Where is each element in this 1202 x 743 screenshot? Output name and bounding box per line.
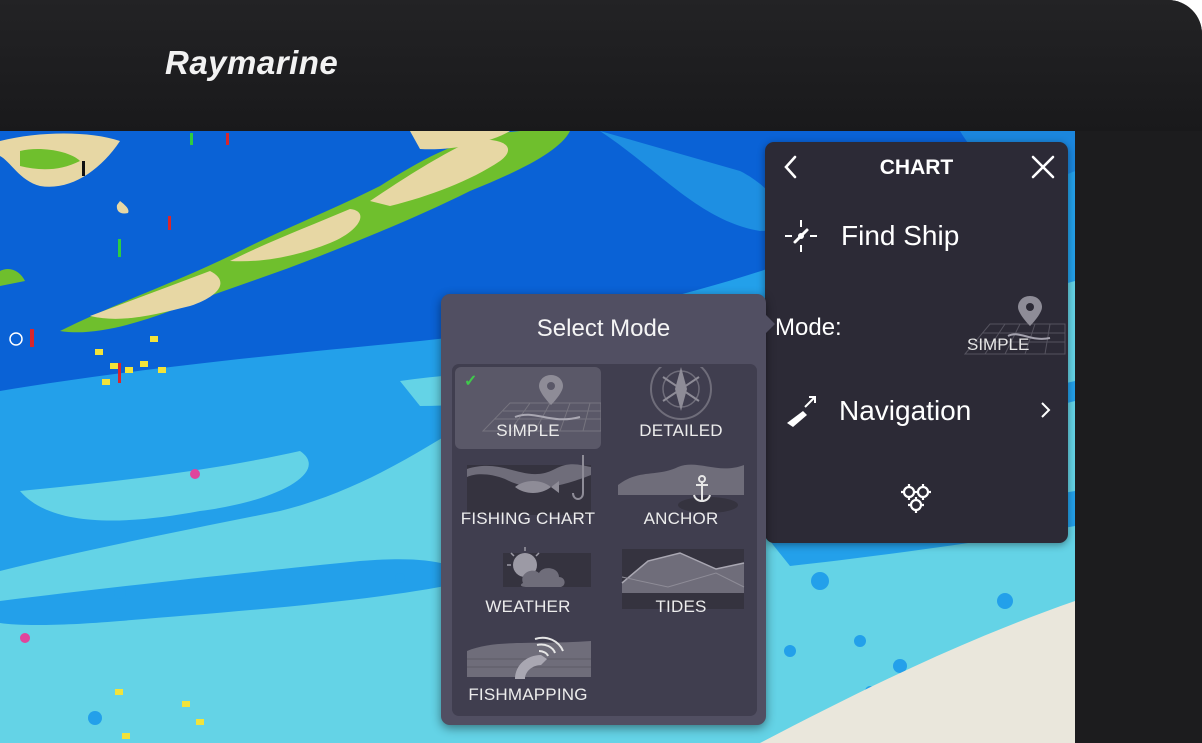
find-ship-icon	[785, 220, 817, 252]
navigation-menu-item[interactable]: Navigation	[783, 387, 1058, 435]
chart-screen[interactable]: CHART Find Ship Mode: SIMPLE Navigation …	[0, 131, 1075, 743]
find-ship-button[interactable]: Find Ship	[783, 212, 1053, 260]
select-mode-popup: Select Mode ✓ SIMPLE DETAILED FISHING CH…	[441, 294, 775, 725]
mode-options-grid: ✓ SIMPLE DETAILED FISHING CHART ANCHOR W…	[452, 364, 757, 716]
chartplotter-device: Raymarine CHART Find Ship Mode: SIMPLE N…	[0, 0, 1202, 743]
close-icon	[1031, 155, 1055, 179]
mode-label: Mode:	[775, 314, 842, 341]
close-button[interactable]	[1030, 154, 1056, 180]
mode-option-label: DETAILED	[639, 421, 723, 440]
mode-option-label: WEATHER	[485, 597, 571, 616]
mode-option-tides[interactable]: TIDES	[608, 543, 754, 625]
selected-check-icon: ✓	[464, 373, 478, 390]
navigation-label: Navigation	[839, 395, 972, 426]
settings-button[interactable]	[898, 481, 934, 517]
mode-option-anchor[interactable]: ANCHOR	[608, 455, 754, 537]
mode-option-label: SIMPLE	[496, 421, 560, 440]
settings-gears-icon	[901, 484, 931, 513]
chart-panel-header: CHART	[765, 142, 1068, 192]
mode-option-weather[interactable]: WEATHER	[455, 543, 601, 625]
chart-menu-panel: CHART Find Ship Mode: SIMPLE Navigation	[765, 142, 1068, 543]
mode-option-simple[interactable]: ✓ SIMPLE	[455, 367, 601, 449]
find-ship-label: Find Ship	[841, 220, 960, 251]
brand-logo: Raymarine	[165, 44, 339, 81]
mode-value: SIMPLE	[967, 335, 1030, 354]
mode-option-label: TIDES	[655, 597, 707, 616]
mode-option-label: FISHING CHART	[460, 509, 596, 528]
mode-option-fishmapping[interactable]: FISHMAPPING	[455, 631, 601, 713]
mode-option-label: FISHMAPPING	[468, 685, 588, 704]
chevron-right-icon	[1041, 402, 1051, 418]
mode-option-label: ANCHOR	[643, 509, 719, 528]
mode-option-fishing-chart[interactable]: FISHING CHART	[455, 455, 601, 537]
select-mode-title: Select Mode	[536, 315, 671, 342]
mode-option-detailed[interactable]: DETAILED	[608, 367, 754, 449]
navigation-icon	[787, 396, 816, 427]
mode-selector[interactable]: Mode: SIMPLE	[775, 292, 1066, 362]
chart-panel-title: CHART	[879, 156, 954, 179]
